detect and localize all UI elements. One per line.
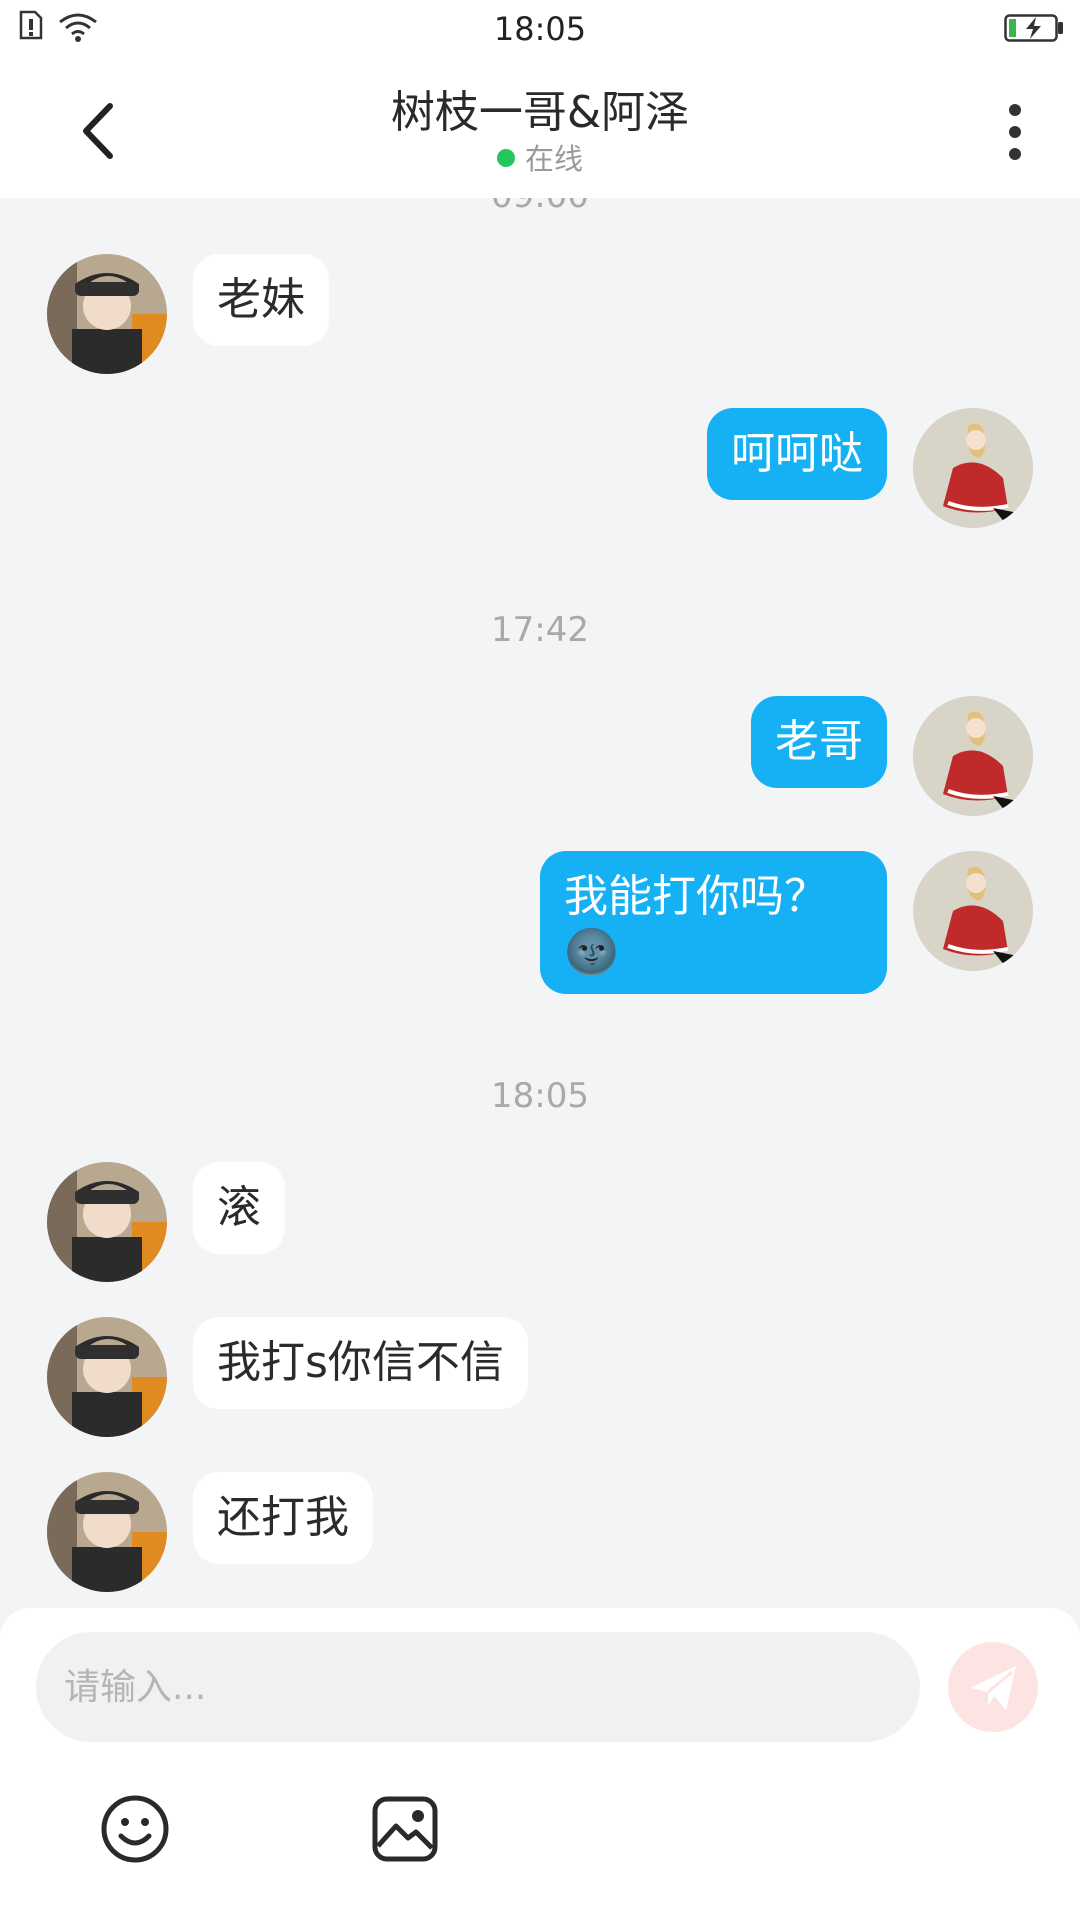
status-time: 18:05 bbox=[493, 10, 587, 48]
outgoing-message: 呵呵哒 bbox=[707, 408, 887, 500]
my-avatar[interactable] bbox=[913, 851, 1033, 971]
image-button[interactable] bbox=[370, 1794, 440, 1864]
more-options-button[interactable] bbox=[1000, 98, 1030, 168]
timestamp: 18:05 bbox=[491, 1076, 589, 1116]
send-icon bbox=[970, 1666, 1016, 1710]
battery-charging-icon bbox=[1004, 14, 1064, 46]
contact-avatar[interactable] bbox=[47, 1162, 167, 1282]
chat-screen: 18:05 树枝一哥&阿泽 在线 09:00 老妹 呵呵哒 17:42 bbox=[0, 0, 1080, 1920]
composer bbox=[0, 1608, 1080, 1920]
moon-emoji: 🌚 bbox=[564, 927, 619, 978]
contact-avatar[interactable] bbox=[47, 254, 167, 374]
more-vertical-icon bbox=[1000, 104, 1030, 160]
chat-header: 树枝一哥&阿泽 在线 bbox=[0, 58, 1080, 198]
online-dot bbox=[496, 149, 515, 167]
emoji-button[interactable] bbox=[100, 1794, 170, 1864]
my-avatar[interactable] bbox=[913, 408, 1033, 528]
incoming-message: 还打我 bbox=[193, 1472, 373, 1564]
message-input[interactable] bbox=[36, 1632, 920, 1742]
contact-avatar[interactable] bbox=[47, 1317, 167, 1437]
chat-title: 树枝一哥&阿泽 bbox=[390, 87, 690, 138]
incoming-message: 老妹 bbox=[193, 254, 329, 346]
outgoing-message: 老哥 bbox=[751, 696, 887, 788]
timestamp: 09:00 bbox=[0, 198, 1080, 216]
status-bar: 18:05 bbox=[0, 0, 1080, 58]
outgoing-message: 我能打你吗？ 🌚 bbox=[540, 851, 887, 994]
incoming-message: 我打s你信不信 bbox=[193, 1317, 528, 1409]
online-status: 在线 bbox=[0, 136, 1080, 178]
my-avatar[interactable] bbox=[913, 696, 1033, 816]
emoji-icon bbox=[101, 1795, 169, 1863]
timestamp: 17:42 bbox=[491, 610, 589, 650]
image-icon bbox=[372, 1796, 438, 1862]
contact-avatar[interactable] bbox=[47, 1472, 167, 1592]
message-list[interactable]: 09:00 老妹 呵呵哒 17:42 老哥 我能打你吗？ 🌚 18:05 bbox=[0, 198, 1080, 1608]
incoming-message: 滚 bbox=[193, 1162, 285, 1254]
outgoing-message-text: 我能打你吗？ bbox=[564, 871, 828, 922]
send-button[interactable] bbox=[948, 1642, 1038, 1732]
online-status-label: 在线 bbox=[524, 142, 583, 176]
